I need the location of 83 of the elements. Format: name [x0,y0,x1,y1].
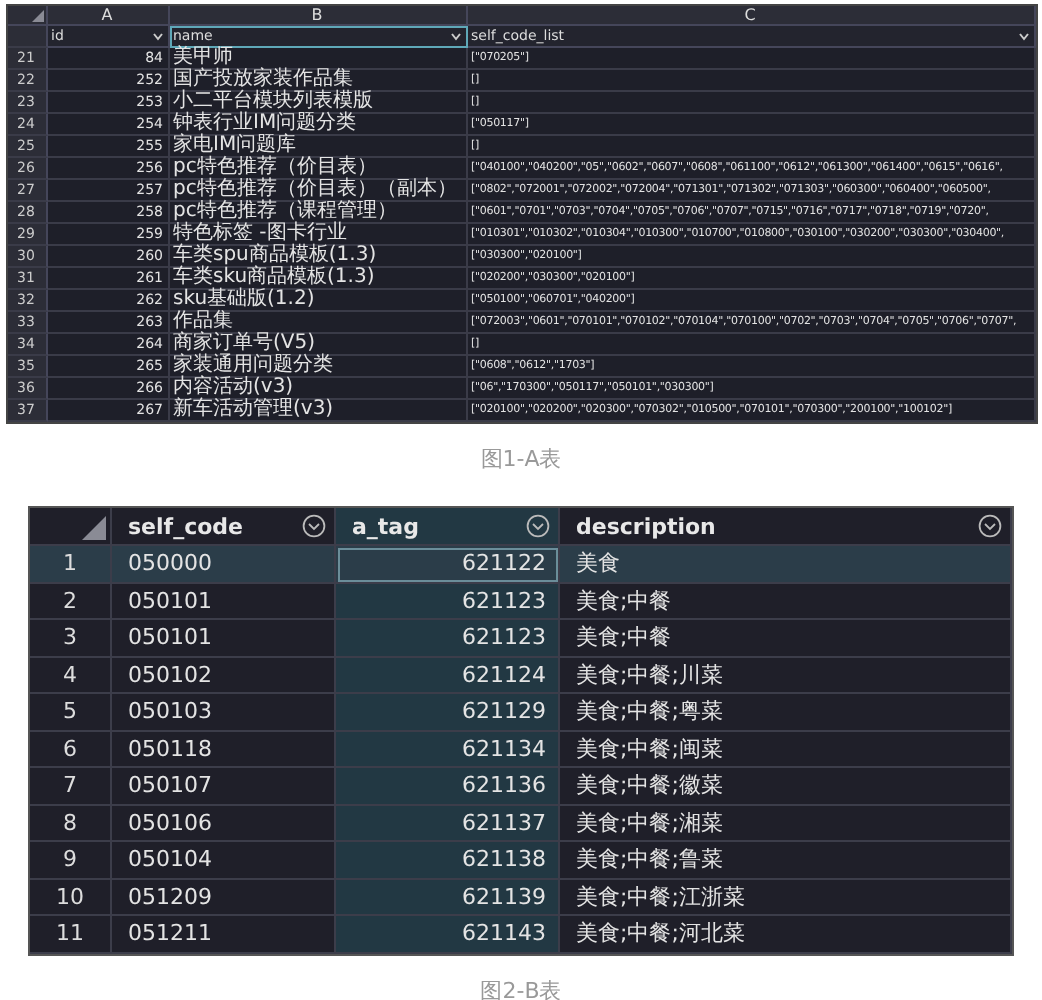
row-number: 8 [30,805,112,842]
table-cell: 621137 [336,805,560,842]
corner-triangle-icon[interactable] [82,516,106,540]
table-row[interactable]: 5 050103 621129 美食;中餐;粤菜 [30,694,1012,731]
column-header[interactable]: description [560,508,1012,546]
table-cell: pc特色推荐（价目表）（副本） [169,180,467,202]
table-cell: sku基础版(1.2) [169,290,467,312]
row-number: 9 [30,842,112,879]
column-label: description [576,513,716,539]
table-cell: 621138 [336,842,560,879]
table-cell: 车类sku商品模板(1.3) [169,268,467,290]
table-cell: 美食;中餐;河北菜 [560,916,1012,953]
table-cell: 内容活动(v3) [169,378,467,400]
table-cell: 小二平台模块列表模版 [169,92,467,114]
table-cell: pc特色推荐（价目表） [169,158,467,180]
column-letter[interactable]: A [47,6,169,26]
table-cell: 621124 [336,657,560,694]
table-cell: 621136 [336,768,560,805]
table-cell: 621123 [336,583,560,620]
table-cell: 621134 [336,731,560,768]
table-cell: 美食;中餐;川菜 [560,657,1012,694]
table-row[interactable]: 4 050102 621124 美食;中餐;川菜 [30,657,1012,694]
table-cell: 美食 [560,546,1012,583]
table-cell: 621122 [336,546,560,583]
table-row[interactable]: 1 050000 621122 美食 [30,546,1012,583]
chevron-down-icon[interactable] [151,31,163,41]
table-cell: 美食;中餐;闽菜 [560,731,1012,768]
row-number: 4 [30,657,112,694]
chevron-down-icon[interactable] [449,31,461,41]
column-header[interactable]: self_code [112,508,336,546]
table-row[interactable]: 6 050118 621134 美食;中餐;闽菜 [30,731,1012,768]
column-label: a_tag [352,513,419,539]
table-row[interactable]: 8 050106 621137 美食;中餐;湘菜 [30,805,1012,842]
row-number: 6 [30,731,112,768]
table-cell: 美食;中餐;粤菜 [560,694,1012,731]
table-cell: 特色标签 -图卡行业 [169,224,467,246]
table-cell: 621143 [336,916,560,953]
corner-triangle-icon[interactable] [31,10,43,22]
figure-caption: 图2-B表 [480,975,562,1000]
dropdown-icon[interactable] [978,514,1002,538]
table-cell: 美食;中餐 [560,583,1012,620]
row-number-header [7,26,47,48]
dropdown-icon[interactable] [302,514,326,538]
dropdown-icon[interactable] [526,514,550,538]
row-number: 5 [30,694,112,731]
figure-caption: 图1-A表 [480,444,562,474]
select-all-corner[interactable] [7,6,47,26]
table-cell: 美食;中餐;江浙菜 [560,879,1012,916]
chevron-down-icon[interactable] [1017,31,1029,41]
table-cell: 国产投放家装作品集 [169,70,467,92]
table-cell: 621129 [336,694,560,731]
table-cell: 作品集 [169,312,467,334]
table-cell: 621139 [336,879,560,916]
table-row[interactable]: 7 050107 621136 美食;中餐;徽菜 [30,768,1012,805]
table-cell: 美食;中餐;鲁菜 [560,842,1012,879]
table-cell: 新车活动管理(v3) [169,400,467,422]
table-row[interactable]: 10 051209 621139 美食;中餐;江浙菜 [30,879,1012,916]
table-cell: 美食;中餐 [560,620,1012,657]
column-letter[interactable]: B [169,6,467,26]
table-row[interactable]: 3 050101 621123 美食;中餐 [30,620,1012,657]
column-letter[interactable]: C [467,6,1035,26]
table-cell: 050000 [112,546,336,583]
table-cell: 美甲师 [169,48,467,70]
column-header[interactable]: a_tag [336,508,560,546]
row-number: 11 [30,916,112,953]
table-cell: 621123 [336,620,560,657]
row-number: 3 [30,620,112,657]
row-number: 7 [30,768,112,805]
table-cell: 美食;中餐;湘菜 [560,805,1012,842]
row-number: 1 [30,546,112,583]
row-number: 2 [30,583,112,620]
table-cell: 美食;中餐;徽菜 [560,768,1012,805]
table-row[interactable]: 11 051211 621143 美食;中餐;河北菜 [30,916,1012,953]
row-number: 10 [30,879,112,916]
table-row[interactable]: 9 050104 621138 美食;中餐;鲁菜 [30,842,1012,879]
column-label: self_code [128,513,243,539]
table-cell: 家装通用问题分类 [169,356,467,378]
table-cell: 车类spu商品模板(1.3) [169,246,467,268]
table-row[interactable]: 2 050101 621123 美食;中餐 [30,583,1012,620]
table-cell: 家电IM问题库 [169,136,467,158]
table-cell: 商家订单号(V5) [169,334,467,356]
table-cell: 钟表行业IM问题分类 [169,114,467,136]
table-cell: pc特色推荐（课程管理） [169,202,467,224]
